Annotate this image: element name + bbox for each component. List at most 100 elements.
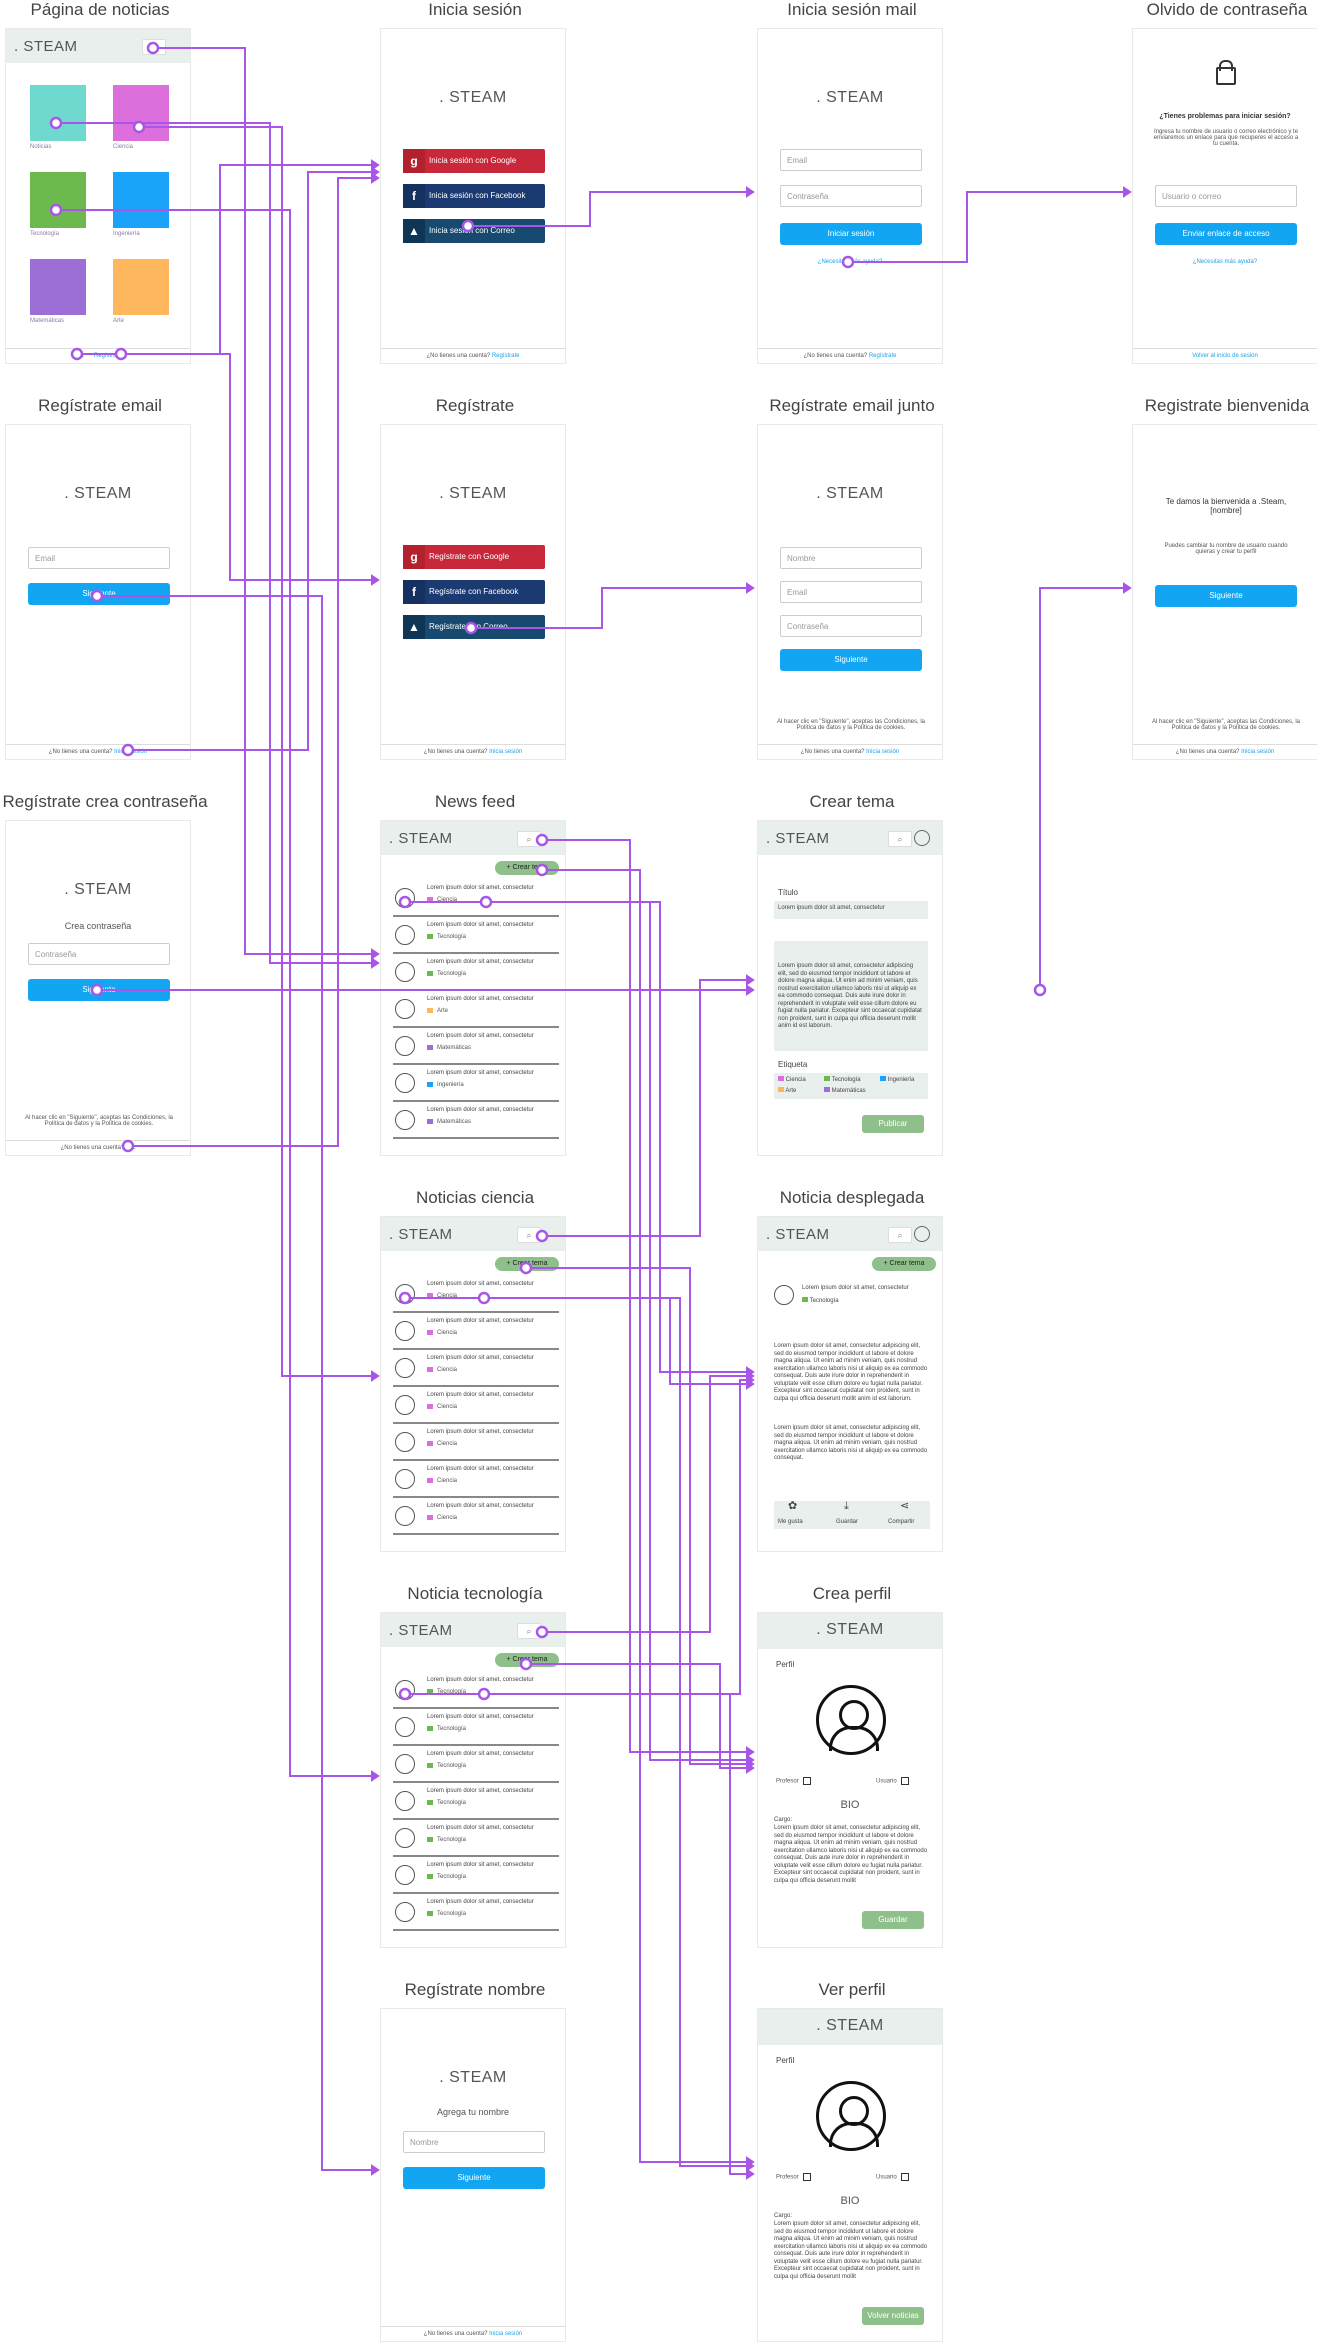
body-textarea[interactable]: Lorem ipsum dolor sit amet, consectetur … [774, 941, 928, 1051]
news-item[interactable]: Lorem ipsum dolor sit amet, consectetur M… [393, 1029, 559, 1065]
footer-login-link[interactable]: Inicia sesión [489, 2331, 522, 2337]
news-item[interactable]: Lorem ipsum dolor sit amet, consectetur T… [393, 918, 559, 954]
footer-register-link[interactable]: Regístrate [492, 353, 520, 359]
create-topic-button[interactable]: + Crear tema [495, 861, 559, 875]
save-profile-button[interactable]: Guardar [862, 1911, 924, 1929]
user-avatar-icon[interactable] [395, 1902, 415, 1922]
search-icon[interactable]: ⌕ [517, 831, 541, 847]
user-avatar-icon[interactable] [395, 1036, 415, 1056]
news-item[interactable]: Lorem ipsum dolor sit amet, consectetur I… [393, 1066, 559, 1102]
like-icon[interactable]: ✿ [788, 1501, 797, 1511]
user-avatar-icon[interactable] [395, 1717, 415, 1737]
user-avatar-icon[interactable] [395, 999, 415, 1019]
user-avatar-icon[interactable] [395, 1828, 415, 1848]
news-item[interactable]: Lorem ipsum dolor sit amet, consectetur T… [393, 1895, 559, 1931]
news-item[interactable]: Lorem ipsum dolor sit amet, consectetur C… [393, 1277, 559, 1313]
next-button[interactable]: Siguiente [780, 649, 922, 671]
user-avatar-icon[interactable] [395, 1321, 415, 1341]
google-register-button[interactable]: g Regístrate con Google [403, 545, 545, 569]
profile-icon[interactable] [914, 830, 930, 846]
news-item[interactable]: Lorem ipsum dolor sit amet, consectetur T… [393, 1673, 559, 1709]
google-login-button[interactable]: g Inicia sesión con Google [403, 149, 545, 173]
password-field[interactable]: Contraseña [28, 943, 170, 965]
profile-icon[interactable] [914, 1226, 930, 1242]
title-input[interactable]: Lorem ipsum dolor sit amet, consectetur [774, 901, 928, 919]
publish-button[interactable]: Publicar [862, 1115, 924, 1133]
author-avatar[interactable] [774, 1285, 794, 1305]
email-field[interactable]: Email [780, 149, 922, 171]
news-item[interactable]: Lorem ipsum dolor sit amet, consectetur T… [393, 1858, 559, 1894]
news-item[interactable]: Lorem ipsum dolor sit amet, consectetur A… [393, 992, 559, 1028]
facebook-register-button[interactable]: f Regístrate con Facebook [403, 580, 545, 604]
help-link[interactable]: ¿Necesitas más ayuda? [1133, 259, 1317, 265]
footer-register-link[interactable]: Regístrate [94, 353, 122, 359]
tag-selector[interactable]: Ciencia Tecnología Ingeniería Arte Matem… [774, 1073, 928, 1099]
user-avatar-icon[interactable] [395, 1469, 415, 1489]
user-avatar-icon[interactable] [395, 1073, 415, 1093]
footer-register-link[interactable]: Regístrate [869, 353, 897, 359]
user-or-email-field[interactable]: Usuario o correo [1155, 185, 1297, 207]
password-field[interactable]: Contraseña [780, 615, 922, 637]
news-item[interactable]: Lorem ipsum dolor sit amet, consectetur T… [393, 1784, 559, 1820]
login-button[interactable]: Iniciar sesión [780, 223, 922, 245]
back-to-login-link[interactable]: Volver al inicio de sesión [1192, 353, 1258, 359]
search-icon[interactable]: ⌕ [888, 1227, 912, 1243]
search-icon[interactable]: ⌕ [517, 1623, 541, 1639]
next-button[interactable]: Siguiente [28, 583, 170, 605]
news-item[interactable]: Lorem ipsum dolor sit amet, consectetur C… [393, 1462, 559, 1498]
create-topic-button[interactable]: + Crear tema [495, 1653, 559, 1667]
tile-ingenieria[interactable] [113, 172, 169, 228]
news-item[interactable]: Lorem ipsum dolor sit amet, consectetur C… [393, 881, 559, 917]
search-icon[interactable]: ⌕ [142, 39, 166, 55]
name-field[interactable]: Nombre [780, 547, 922, 569]
profesor-checkbox[interactable]: Profesor [776, 1777, 811, 1785]
share-icon[interactable]: ⋖ [900, 1501, 909, 1511]
search-icon[interactable]: ⌕ [888, 831, 912, 847]
usuario-checkbox[interactable]: Usuario [876, 1777, 909, 1785]
news-item[interactable]: Lorem ipsum dolor sit amet, consectetur C… [393, 1388, 559, 1424]
tile-ciencia[interactable] [113, 85, 169, 141]
profesor-checkbox[interactable]: Profesor [776, 2173, 811, 2181]
user-avatar-icon[interactable] [395, 1680, 415, 1700]
next-button[interactable]: Siguiente [28, 979, 170, 1001]
footer-login-link[interactable]: Inicia sesión [114, 749, 147, 755]
email-field[interactable]: Email [780, 581, 922, 603]
user-avatar-icon[interactable] [395, 1865, 415, 1885]
create-topic-button[interactable]: + Crear tema [872, 1257, 936, 1271]
profile-avatar-icon[interactable] [816, 1685, 886, 1755]
facebook-login-button[interactable]: f Inicia sesión con Facebook [403, 184, 545, 208]
mail-login-button[interactable]: ▲ Inicia sesión con Correo [403, 219, 545, 243]
password-field[interactable]: Contraseña [780, 185, 922, 207]
tile-arte[interactable] [113, 259, 169, 315]
user-avatar-icon[interactable] [395, 1358, 415, 1378]
user-avatar-icon[interactable] [395, 888, 415, 908]
user-avatar-icon[interactable] [395, 1284, 415, 1304]
news-item[interactable]: Lorem ipsum dolor sit amet, consectetur C… [393, 1351, 559, 1387]
tile-matematicas[interactable] [30, 259, 86, 315]
download-icon[interactable]: ⤓ [844, 1501, 849, 1511]
user-avatar-icon[interactable] [395, 962, 415, 982]
footer-login-link[interactable]: Inic [126, 1145, 135, 1151]
search-icon[interactable]: ⌕ [517, 1227, 541, 1243]
news-item[interactable]: Lorem ipsum dolor sit amet, consectetur T… [393, 1747, 559, 1783]
next-button[interactable]: Siguiente [1155, 585, 1297, 607]
user-avatar-icon[interactable] [395, 1432, 415, 1452]
user-avatar-icon[interactable] [395, 1754, 415, 1774]
create-topic-button[interactable]: + Crear tema [495, 1257, 559, 1271]
user-avatar-icon[interactable] [395, 1791, 415, 1811]
news-item[interactable]: Lorem ipsum dolor sit amet, consectetur T… [393, 1821, 559, 1857]
next-button[interactable]: Siguiente [403, 2167, 545, 2189]
name-field[interactable]: Nombre [403, 2131, 545, 2153]
user-avatar-icon[interactable] [395, 1506, 415, 1526]
user-avatar-icon[interactable] [395, 1110, 415, 1130]
news-item[interactable]: Lorem ipsum dolor sit amet, consectetur C… [393, 1314, 559, 1350]
news-item[interactable]: Lorem ipsum dolor sit amet, consectetur T… [393, 1710, 559, 1746]
back-to-news-button[interactable]: Volver noticias [862, 2307, 924, 2325]
user-avatar-icon[interactable] [395, 1395, 415, 1415]
footer-login-link[interactable]: Inicia sesión [866, 749, 899, 755]
news-item[interactable]: Lorem ipsum dolor sit amet, consectetur T… [393, 955, 559, 991]
user-avatar-icon[interactable] [395, 925, 415, 945]
tile-tecnologia[interactable] [30, 172, 86, 228]
mail-register-button[interactable]: ▲ Regístrate con Correo [403, 615, 545, 639]
send-link-button[interactable]: Enviar enlace de acceso [1155, 223, 1297, 245]
